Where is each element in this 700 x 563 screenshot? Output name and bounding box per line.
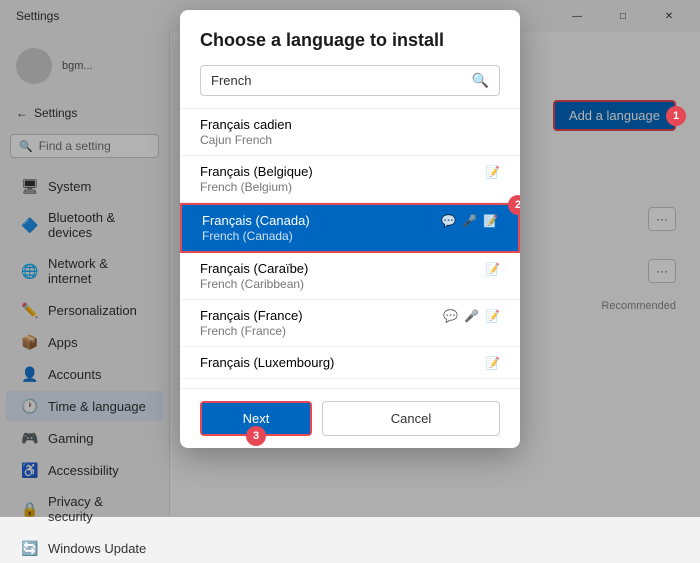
- sidebar-item-label: Windows Update: [48, 541, 146, 556]
- lang-name-text: Français (Canada): [202, 213, 310, 228]
- modal-title: Choose a language to install: [200, 30, 500, 51]
- badge-1: 1: [666, 106, 686, 126]
- sidebar-item-update[interactable]: 🔄 Windows Update: [6, 533, 163, 563]
- lang-name-text: Français (Luxembourg): [200, 355, 334, 370]
- lang-subtitle: Cajun French: [200, 133, 500, 147]
- lang-subtitle: French (Caribbean): [200, 277, 500, 291]
- language-list: Français cadien Cajun French Français (B…: [180, 108, 520, 388]
- lang-icons: 📝: [485, 262, 500, 276]
- edit-icon: 📝: [485, 262, 500, 276]
- update-icon: 🔄: [22, 540, 38, 556]
- lang-name: Français (Belgique) 📝: [200, 164, 500, 179]
- lang-name: Français (Caraïbe) 📝: [200, 261, 500, 276]
- list-item[interactable]: Français (Luxembourg) 📝: [180, 347, 520, 379]
- modal-search-icon: 🔍: [472, 72, 489, 89]
- modal-search-input[interactable]: [211, 73, 466, 88]
- features-section: 💬 Text-to-speech 🎤 Speech recognition ✏️…: [180, 379, 520, 388]
- lang-subtitle: French (Canada): [202, 229, 498, 243]
- lang-icons: 📝: [485, 165, 500, 179]
- badge-2: 2: [508, 195, 520, 215]
- lang-name: Français (France) 💬 🎤 📝: [200, 308, 500, 323]
- lang-subtitle: French (Belgium): [200, 180, 500, 194]
- list-item-selected[interactable]: Français (Canada) 💬 🎤 📝 French (Canada) …: [180, 203, 520, 253]
- mic-icon: 🎤: [464, 309, 479, 323]
- speech-icon: 💬: [441, 214, 456, 228]
- list-item[interactable]: Français (France) 💬 🎤 📝 French (France): [180, 300, 520, 347]
- modal-search-box[interactable]: 🔍: [200, 65, 500, 96]
- badge-3: 3: [246, 426, 266, 446]
- list-item[interactable]: Français cadien Cajun French: [180, 109, 520, 156]
- cancel-button[interactable]: Cancel: [322, 401, 500, 436]
- lang-subtitle: French (France): [200, 324, 500, 338]
- lang-name: Français (Luxembourg) 📝: [200, 355, 500, 370]
- mic-icon: 🎤: [462, 214, 477, 228]
- lang-name: Français cadien: [200, 117, 500, 132]
- lang-icons: 💬 🎤 📝: [441, 214, 498, 228]
- speech-icon: 💬: [443, 309, 458, 323]
- edit-icon: 📝: [485, 165, 500, 179]
- lang-icons: 📝: [485, 356, 500, 370]
- modal-overlay: Choose a language to install 🔍 Français …: [0, 0, 700, 517]
- language-install-modal: Choose a language to install 🔍 Français …: [180, 10, 520, 448]
- lang-name-text: Français cadien: [200, 117, 292, 132]
- edit-icon: 📝: [485, 356, 500, 370]
- modal-header: Choose a language to install 🔍: [180, 10, 520, 108]
- edit-icon: 📝: [483, 214, 498, 228]
- modal-footer: Next 3 Cancel: [180, 388, 520, 448]
- lang-name: Français (Canada) 💬 🎤 📝: [202, 213, 498, 228]
- list-item[interactable]: Français (Belgique) 📝 French (Belgium): [180, 156, 520, 203]
- lang-name-text: Français (Belgique): [200, 164, 313, 179]
- lang-name-text: Français (France): [200, 308, 303, 323]
- lang-name-text: Français (Caraïbe): [200, 261, 308, 276]
- edit-icon: 📝: [485, 309, 500, 323]
- lang-icons: 💬 🎤 📝: [443, 309, 500, 323]
- list-item[interactable]: Français (Caraïbe) 📝 French (Caribbean): [180, 253, 520, 300]
